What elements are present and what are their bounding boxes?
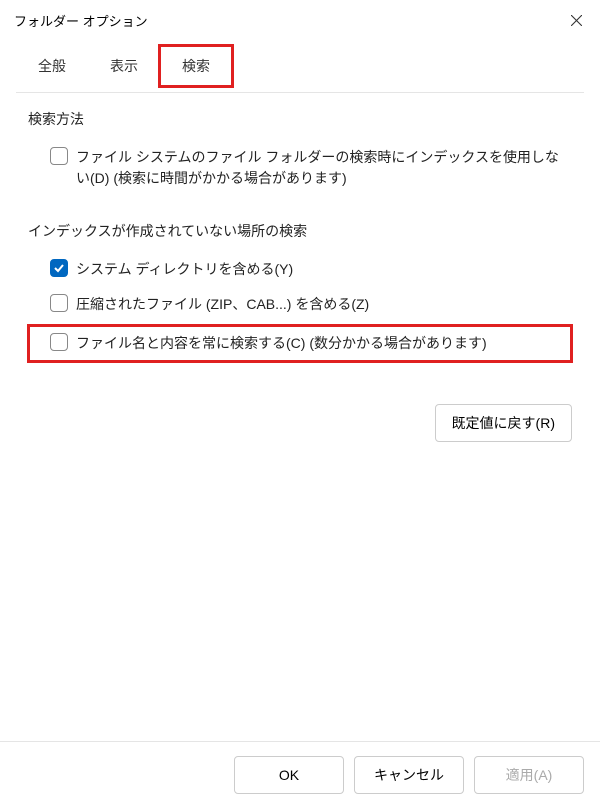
tabs: 全般 表示 検索 xyxy=(0,38,600,86)
checkbox-include-system[interactable] xyxy=(50,259,68,277)
section-title-unindexed: インデックスが作成されていない場所の検索 xyxy=(28,221,572,241)
tab-search[interactable]: 検索 xyxy=(160,46,232,86)
checkbox-include-compressed[interactable] xyxy=(50,294,68,312)
label-include-system: システム ディレクトリを含める(Y) xyxy=(76,259,293,280)
section-title-search-method: 検索方法 xyxy=(28,109,572,129)
titlebar: フォルダー オプション xyxy=(0,0,600,38)
button-bar: OK キャンセル 適用(A) xyxy=(0,741,600,808)
section-search-method: 検索方法 ファイル システムのファイル フォルダーの検索時にインデックスを使用し… xyxy=(28,109,572,199)
content-area: 検索方法 ファイル システムのファイル フォルダーの検索時にインデックスを使用し… xyxy=(0,93,600,442)
label-no-index: ファイル システムのファイル フォルダーの検索時にインデックスを使用しない(D)… xyxy=(76,147,572,189)
label-always-search-contents: ファイル名と内容を常に検索する(C) (数分かかる場合があります) xyxy=(76,333,487,354)
option-always-search-contents[interactable]: ファイル名と内容を常に検索する(C) (数分かかる場合があります) xyxy=(28,325,572,362)
tab-view[interactable]: 表示 xyxy=(88,46,160,86)
section-unindexed: インデックスが作成されていない場所の検索 システム ディレクトリを含める(Y) … xyxy=(28,221,572,362)
checkbox-always-search-contents[interactable] xyxy=(50,333,68,351)
option-include-system[interactable]: システム ディレクトリを含める(Y) xyxy=(28,255,572,290)
restore-defaults-button[interactable]: 既定値に戻す(R) xyxy=(435,404,572,442)
window-title: フォルダー オプション xyxy=(14,11,148,30)
restore-row: 既定値に戻す(R) xyxy=(28,384,572,442)
apply-button[interactable]: 適用(A) xyxy=(474,756,584,794)
close-button[interactable] xyxy=(566,10,586,30)
tab-general[interactable]: 全般 xyxy=(16,46,88,86)
checkbox-no-index[interactable] xyxy=(50,147,68,165)
cancel-button[interactable]: キャンセル xyxy=(354,756,464,794)
checkmark-icon xyxy=(53,262,65,274)
option-no-index[interactable]: ファイル システムのファイル フォルダーの検索時にインデックスを使用しない(D)… xyxy=(28,143,572,199)
option-include-compressed[interactable]: 圧縮されたファイル (ZIP、CAB...) を含める(Z) xyxy=(28,290,572,325)
close-icon xyxy=(571,15,582,26)
label-include-compressed: 圧縮されたファイル (ZIP、CAB...) を含める(Z) xyxy=(76,294,369,315)
ok-button[interactable]: OK xyxy=(234,756,344,794)
